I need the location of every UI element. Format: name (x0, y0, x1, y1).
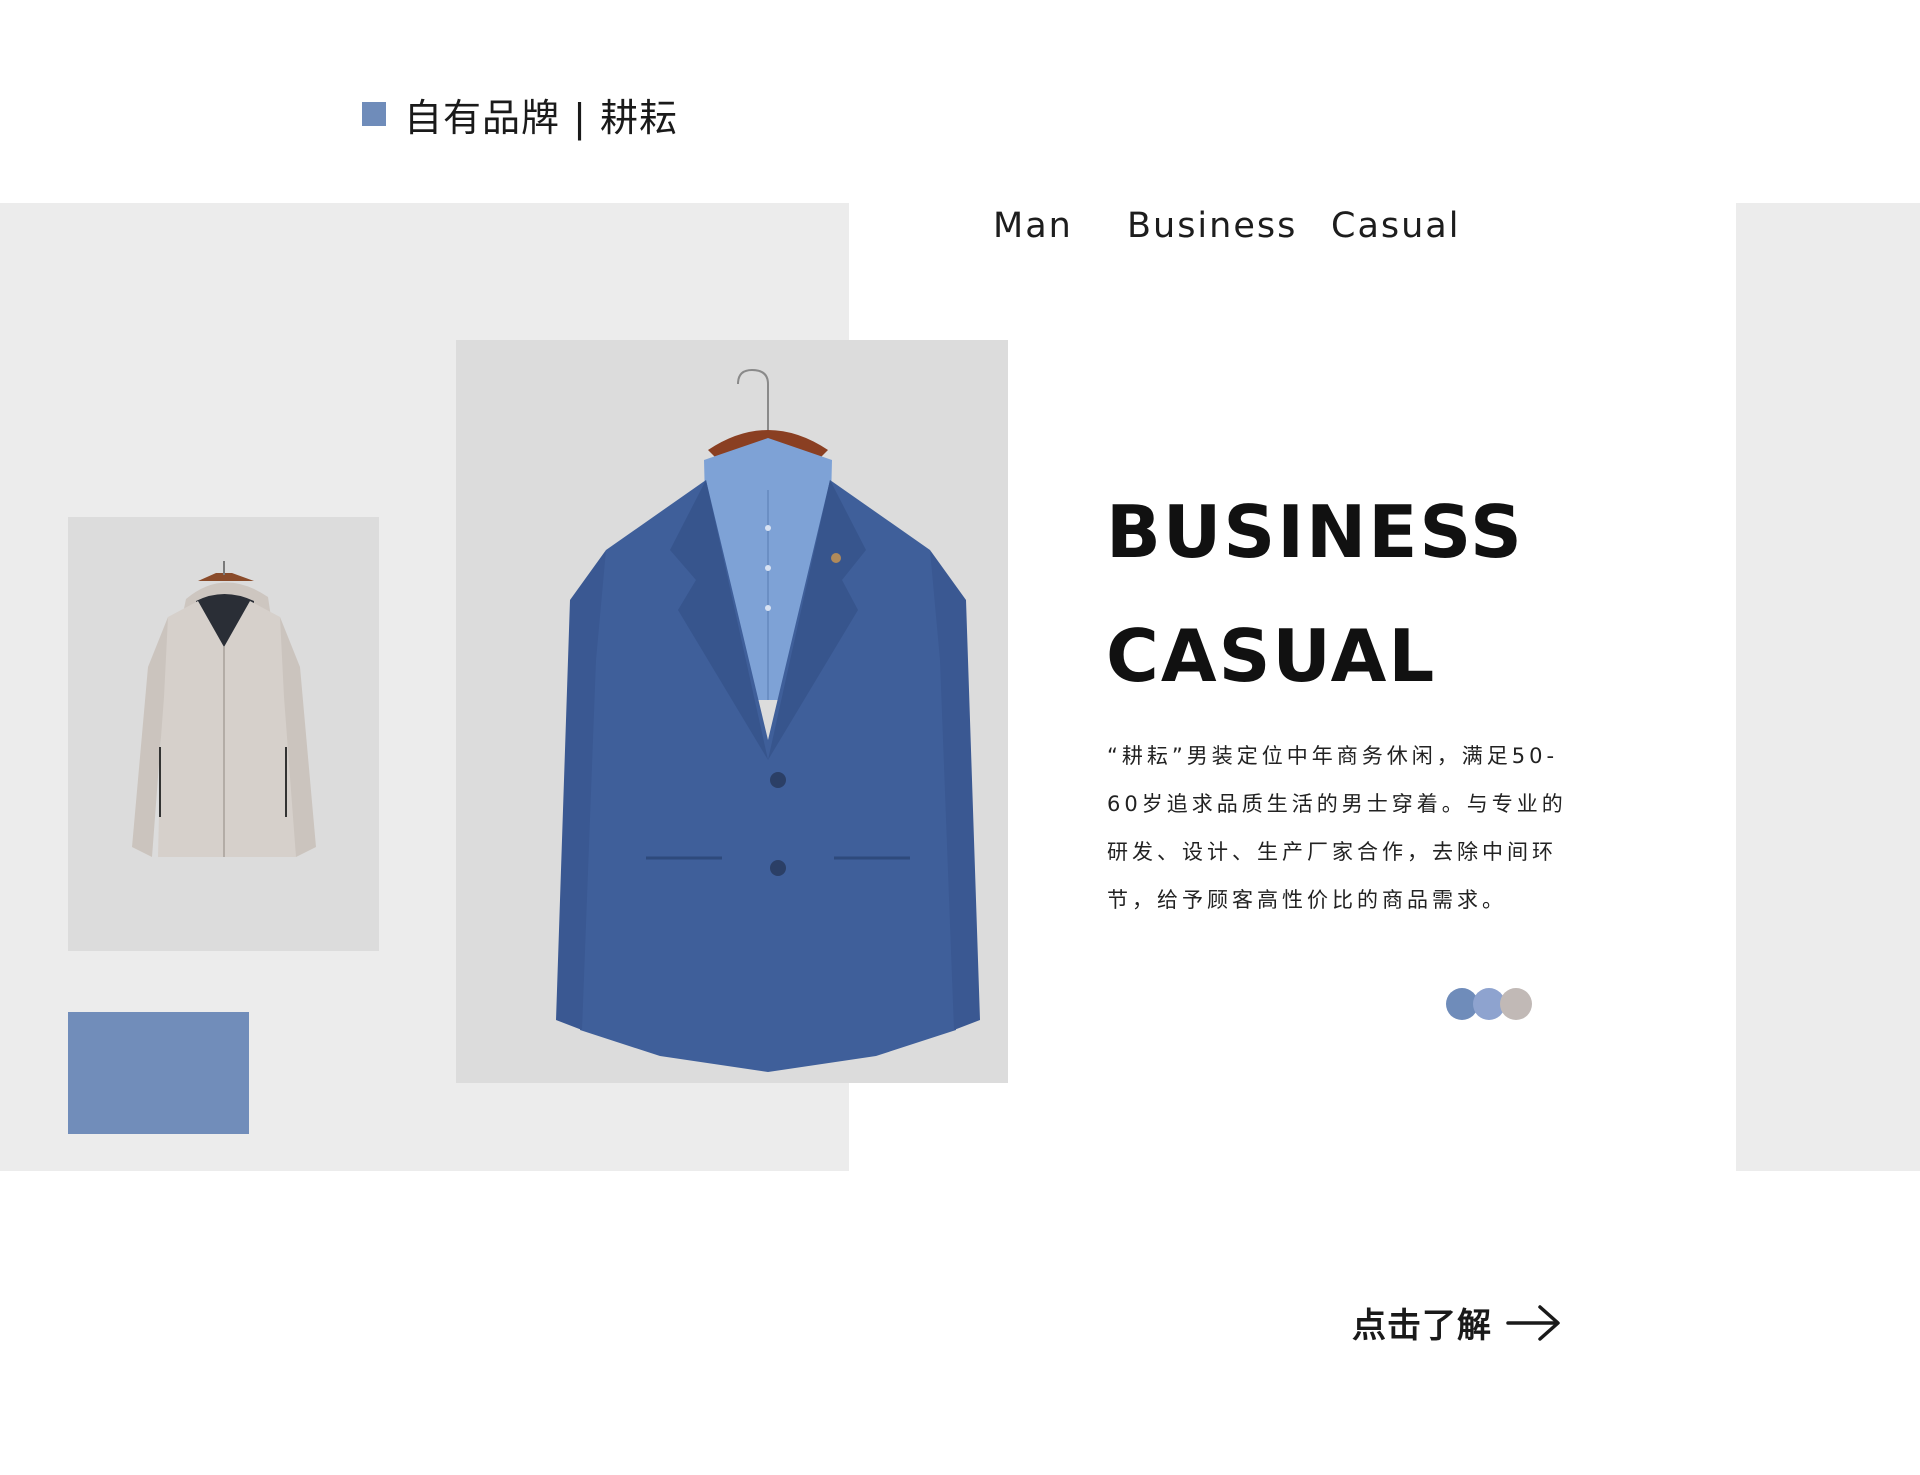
headline-line-business: BUSINESS (1106, 490, 1524, 574)
page: 自有品牌 | 耕耘 Man Business Casual BUSINESS C… (0, 0, 1920, 1475)
navy-blazer-image (556, 368, 980, 1072)
product-card-navy-blazer[interactable] (456, 340, 1008, 1083)
headline-line-casual: CASUAL (1106, 614, 1437, 698)
hooded-jacket-image (132, 561, 316, 857)
accent-color-block (68, 1012, 249, 1134)
nav-item-business[interactable]: Business (1127, 206, 1297, 246)
hero-description: “耕耘”男装定位中年商务休闲，满足50-60岁追求品质生活的男士穿着。与专业的研… (1107, 744, 1567, 912)
hero-headline: BUSINESS CASUAL (1106, 470, 1524, 718)
color-swatches (1446, 988, 1536, 1020)
product-card-hooded-jacket[interactable] (68, 517, 379, 951)
learn-more-label: 点击了解 (1352, 1306, 1492, 1346)
brand-square-icon (362, 102, 386, 126)
brand-title: 自有品牌 | 耕耘 (404, 95, 678, 140)
nav-item-casual[interactable]: Casual (1331, 206, 1460, 246)
brand-header: 自有品牌 | 耕耘 (362, 88, 678, 140)
swatch-3[interactable] (1500, 988, 1532, 1020)
learn-more-button[interactable]: 点击了解 (1352, 1298, 1562, 1347)
nav-item-man[interactable]: Man (993, 206, 1073, 246)
arrow-right-icon (1506, 1304, 1560, 1341)
right-background-panel (1736, 203, 1920, 1171)
